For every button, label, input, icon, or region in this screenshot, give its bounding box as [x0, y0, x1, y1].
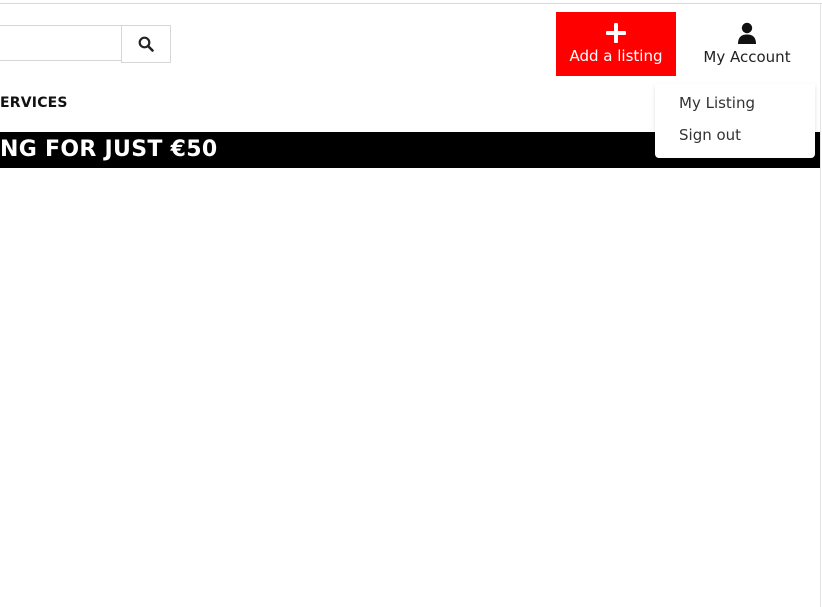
my-account-label: My Account: [703, 48, 791, 66]
plus-icon: [606, 23, 626, 43]
search-button[interactable]: [121, 25, 171, 63]
search-icon: [138, 36, 154, 52]
user-icon: [738, 22, 756, 44]
menu-item-sign-out[interactable]: Sign out: [679, 126, 741, 144]
add-listing-button[interactable]: Add a listing: [556, 12, 676, 76]
nav-item-services[interactable]: ERVICES: [0, 95, 68, 111]
page-right-border: [820, 3, 821, 607]
header-top-border: [0, 3, 822, 4]
my-account-button[interactable]: My Account: [690, 12, 804, 76]
add-listing-label: Add a listing: [569, 47, 663, 65]
account-dropdown-menu: My Listing Sign out: [655, 84, 815, 158]
menu-item-my-listing[interactable]: My Listing: [679, 94, 755, 112]
search-input[interactable]: [0, 25, 122, 61]
promo-banner-text: NG FOR JUST €50: [0, 137, 218, 162]
